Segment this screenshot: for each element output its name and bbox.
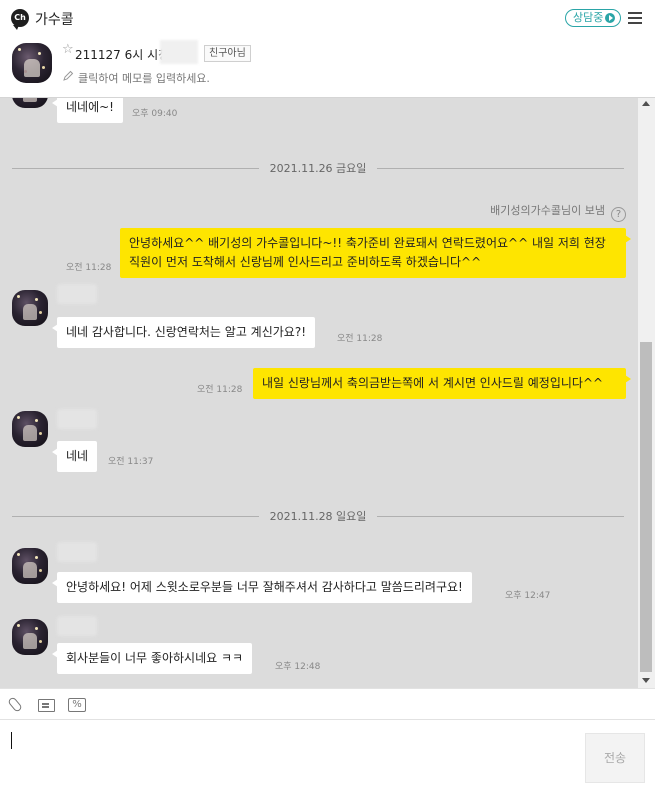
- composer-toolbar: %: [0, 688, 655, 720]
- message-input[interactable]: [8, 730, 578, 774]
- date-label: 2021.11.28 일요일: [258, 510, 378, 523]
- date-divider: 2021.11.26 금요일: [12, 160, 624, 176]
- chat-window: Ch 가수콜 상담중 ☆ 211127 6시 시청 친구아님 클릭하여 메모를 …: [0, 0, 655, 788]
- redacted-sender-name: [57, 409, 97, 429]
- message-time: 오후 09:40: [132, 109, 178, 119]
- scrollbar[interactable]: [638, 98, 655, 688]
- sender-note-text: 배기성의가수콜님이 보냄: [490, 204, 605, 217]
- text-cursor: [11, 732, 12, 749]
- message-list[interactable]: 네네에~! 오후 09:40 2021.11.26 금요일 배기성의가수콜님이 …: [0, 98, 638, 688]
- avatar[interactable]: [12, 43, 52, 83]
- message-time: 오후 12:48: [275, 662, 321, 672]
- message-bubble: 네네에~!: [52, 98, 123, 123]
- message-time: 오전 11:37: [108, 457, 154, 467]
- scroll-up-arrow-icon[interactable]: [642, 101, 650, 106]
- redacted-name: [160, 40, 198, 64]
- play-arrow-icon: [605, 13, 616, 23]
- message-bubble: 안녕하세요! 어제 스윗소로우분들 너무 잘해주셔서 감사하다고 말씀드리려구요…: [52, 572, 472, 603]
- avatar[interactable]: [12, 548, 48, 584]
- profile-name: 211127 6시 시청: [75, 48, 170, 62]
- template-icon[interactable]: [36, 697, 55, 713]
- message-time: 오전 11:28: [337, 334, 383, 344]
- redacted-sender-name: [57, 542, 97, 562]
- memo-field[interactable]: 클릭하여 메모를 입력하세요.: [78, 70, 210, 86]
- sender-note: 배기성의가수콜님이 보냄?: [490, 202, 626, 222]
- message-time: 오전 11:28: [66, 263, 112, 273]
- scrollbar-thumb[interactable]: [640, 342, 652, 672]
- send-button[interactable]: 전송: [585, 733, 645, 783]
- hamburger-icon[interactable]: [628, 12, 642, 24]
- date-label: 2021.11.26 금요일: [258, 162, 378, 175]
- status-button[interactable]: 상담중: [565, 9, 622, 27]
- message-bubble: 네네: [51, 441, 98, 472]
- app-title: 가수콜: [35, 12, 74, 28]
- top-bar: Ch 가수콜 상담중: [0, 0, 655, 36]
- paperclip-icon[interactable]: [7, 697, 25, 713]
- friend-status-badge: 친구아님: [204, 45, 251, 62]
- avatar[interactable]: [12, 98, 48, 108]
- my-message-bubble: 내일 신랑님께서 축의금받는쪽에 서 계시면 인사드릴 예정입니다^^: [253, 368, 631, 399]
- status-label: 상담중: [573, 11, 604, 24]
- message-bubble: 네네 감사합니다. 신랑연락처는 알고 계신가요?!: [51, 317, 316, 348]
- scroll-down-arrow-icon[interactable]: [642, 678, 650, 683]
- message-time: 오후 12:47: [505, 591, 551, 601]
- my-message-bubble: 안녕하세요^^ 배기성의 가수콜입니다~!! 축가준비 완료돼서 연락드렸어요^…: [120, 228, 631, 278]
- redacted-sender-name: [57, 284, 97, 304]
- avatar[interactable]: [12, 290, 48, 326]
- composer: 전송: [0, 720, 655, 788]
- message-bubble: 회사분들이 너무 좋아하시네요 ㅋㅋ: [51, 643, 253, 674]
- star-icon[interactable]: ☆: [62, 42, 74, 57]
- help-icon[interactable]: ?: [611, 207, 626, 222]
- pencil-icon: [63, 70, 74, 81]
- message-time: 오전 11:28: [197, 385, 243, 395]
- profile-header: ☆ 211127 6시 시청 친구아님 클릭하여 메모를 입력하세요.: [0, 36, 655, 98]
- date-divider: 2021.11.28 일요일: [12, 508, 624, 524]
- percent-icon[interactable]: %: [68, 698, 86, 712]
- avatar[interactable]: [12, 619, 48, 655]
- redacted-sender-name: [57, 616, 97, 636]
- channel-logo-icon: Ch: [11, 9, 29, 30]
- avatar[interactable]: [12, 411, 48, 447]
